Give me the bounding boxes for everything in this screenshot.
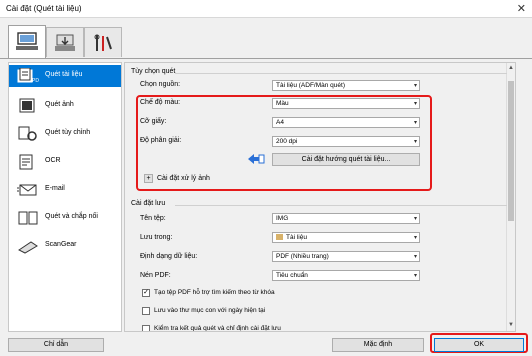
sidebar-item-label: Quét tùy chỉnh [45,129,91,136]
color-mode-label: Chế độ màu: [140,99,181,106]
image-processing-label: Cài đặt xử lý ảnh [157,175,210,182]
chevron-down-icon: ▾ [413,139,417,145]
settings-dialog: Cài đặt (Quét tài liệu) ✕ PD Quét tài li… [0,0,532,356]
chevron-down-icon: ▾ [413,254,417,260]
sidebar-item-ocr[interactable]: OCR [9,151,121,173]
folder-icon [276,234,283,241]
pdf-compression-label: Nén PDF: [140,272,171,279]
sidebar-item-label: Quét ảnh [45,101,74,108]
tab-general-settings[interactable] [84,27,122,57]
scroll-up-icon[interactable]: ▲ [508,65,514,71]
settings-panel: ▲ ▼ Tùy chọn quét Chọn nguồn: Tài liệu (… [124,62,516,332]
scan-computer-icon [16,32,38,50]
paper-size-value: A4 [276,119,284,126]
color-mode-value: Màu [276,100,289,107]
pdf-compression-select[interactable]: Tiêu chuẩn ▾ [272,270,420,281]
save-in-select[interactable]: Tài liệu ▾ [272,232,420,243]
chevron-down-icon: ▾ [413,120,417,126]
scan-to-folder-icon [55,34,75,51]
tab-divider [0,58,532,59]
subfolder-label: Lưu vào thư mục con với ngày hiện tại [154,307,266,314]
sidebar-item-label: Quét và chắp nối [45,213,98,220]
sidebar-item-scangear[interactable]: ScanGear [9,235,121,257]
tab-scan-from-computer[interactable] [8,25,46,58]
tab-scan-from-panel[interactable] [46,27,84,57]
format-select[interactable]: PDF (Nhiều trang) ▾ [272,251,420,262]
sidebar-item-document-scan[interactable]: PDF Quét tài liệu [9,65,121,87]
pdf-search-checkbox[interactable]: ✓ [142,289,150,297]
sidebar-item-label: E-mail [45,185,65,192]
section-divider [175,73,507,74]
save-in-value: Tài liệu [286,234,307,241]
source-select[interactable]: Tài liệu (ADF/Màn quét) ▾ [272,80,420,91]
section-divider [175,205,507,206]
checkmark-icon: ✓ [143,289,149,296]
save-in-label: Lưu trong: [140,234,173,241]
email-icon [17,184,37,196]
check-results-label: Kiểm tra kết quả quét và chỉ định cài đặ… [154,325,281,332]
photo-scan-icon [19,98,35,113]
filename-input[interactable]: IMG ▾ [272,213,420,224]
filename-value: IMG [276,215,289,222]
format-value: PDF (Nhiều trang) [276,253,329,260]
custom-scan-icon [18,126,37,141]
scrollbar[interactable]: ▲ ▼ [506,63,515,331]
sidebar-item-label: ScanGear [45,241,77,248]
chevron-down-icon: ▾ [413,273,417,279]
scroll-down-icon[interactable]: ▼ [508,322,514,328]
document-scan-icon: PDF [17,68,39,84]
svg-text:PDF: PDF [32,78,39,84]
ok-button[interactable]: OK [434,338,524,352]
sidebar: PDF Quét tài liệu Quét ảnh Quét tùy chỉn… [8,62,122,332]
color-mode-select[interactable]: Màu ▾ [272,98,420,109]
orientation-settings-button[interactable]: Cài đặt hướng quét tài liệu... [272,153,420,166]
save-settings-heading: Cài đặt lưu [131,200,166,207]
chevron-down-icon: ▾ [413,83,417,89]
chevron-down-icon: ▾ [413,216,417,222]
stitch-icon [18,211,38,225]
scrollbar-thumb[interactable] [508,81,514,221]
scan-options-heading: Tùy chọn quét [131,68,176,75]
tools-icon [94,34,112,51]
pdf-search-label: Tạo tệp PDF hỗ trợ tìm kiếm theo từ khóa [154,289,275,296]
sidebar-item-email[interactable]: E-mail [9,179,121,201]
default-button[interactable]: Mặc định [332,338,424,352]
filename-label: Tên tệp: [140,215,166,222]
paper-size-select[interactable]: A4 ▾ [272,117,420,128]
sidebar-item-photo-scan[interactable]: Quét ảnh [9,95,121,117]
format-label: Định dạng dữ liệu: [140,253,198,260]
chevron-down-icon: ▾ [413,235,417,241]
resolution-value: 200 dpi [276,138,298,145]
pdf-compression-value: Tiêu chuẩn [276,272,308,279]
ocr-icon [19,154,33,170]
sidebar-item-label: Quét tài liệu [45,71,83,78]
tab-bar [0,22,532,59]
resolution-select[interactable]: 200 dpi ▾ [272,136,420,147]
check-results-checkbox[interactable] [142,325,150,331]
expand-image-processing-button[interactable]: + [144,174,153,183]
title-bar: Cài đặt (Quét tài liệu) ✕ [0,0,532,18]
sidebar-item-custom-scan[interactable]: Quét tùy chỉnh [9,123,121,145]
resolution-label: Độ phân giải: [140,137,182,144]
scangear-icon [18,241,38,254]
paper-size-label: Cỡ giấy: [140,118,167,125]
source-label: Chọn nguồn: [140,81,181,88]
sidebar-item-label: OCR [45,157,61,164]
guide-button[interactable]: Chỉ dẫn [8,338,104,352]
close-icon[interactable]: ✕ [517,2,526,15]
window-title: Cài đặt (Quét tài liệu) [6,4,82,13]
orientation-icon [248,154,265,164]
source-value: Tài liệu (ADF/Màn quét) [276,82,345,89]
chevron-down-icon: ▾ [413,101,417,107]
subfolder-checkbox[interactable] [142,307,150,315]
sidebar-item-stitch[interactable]: Quét và chắp nối [9,207,121,229]
